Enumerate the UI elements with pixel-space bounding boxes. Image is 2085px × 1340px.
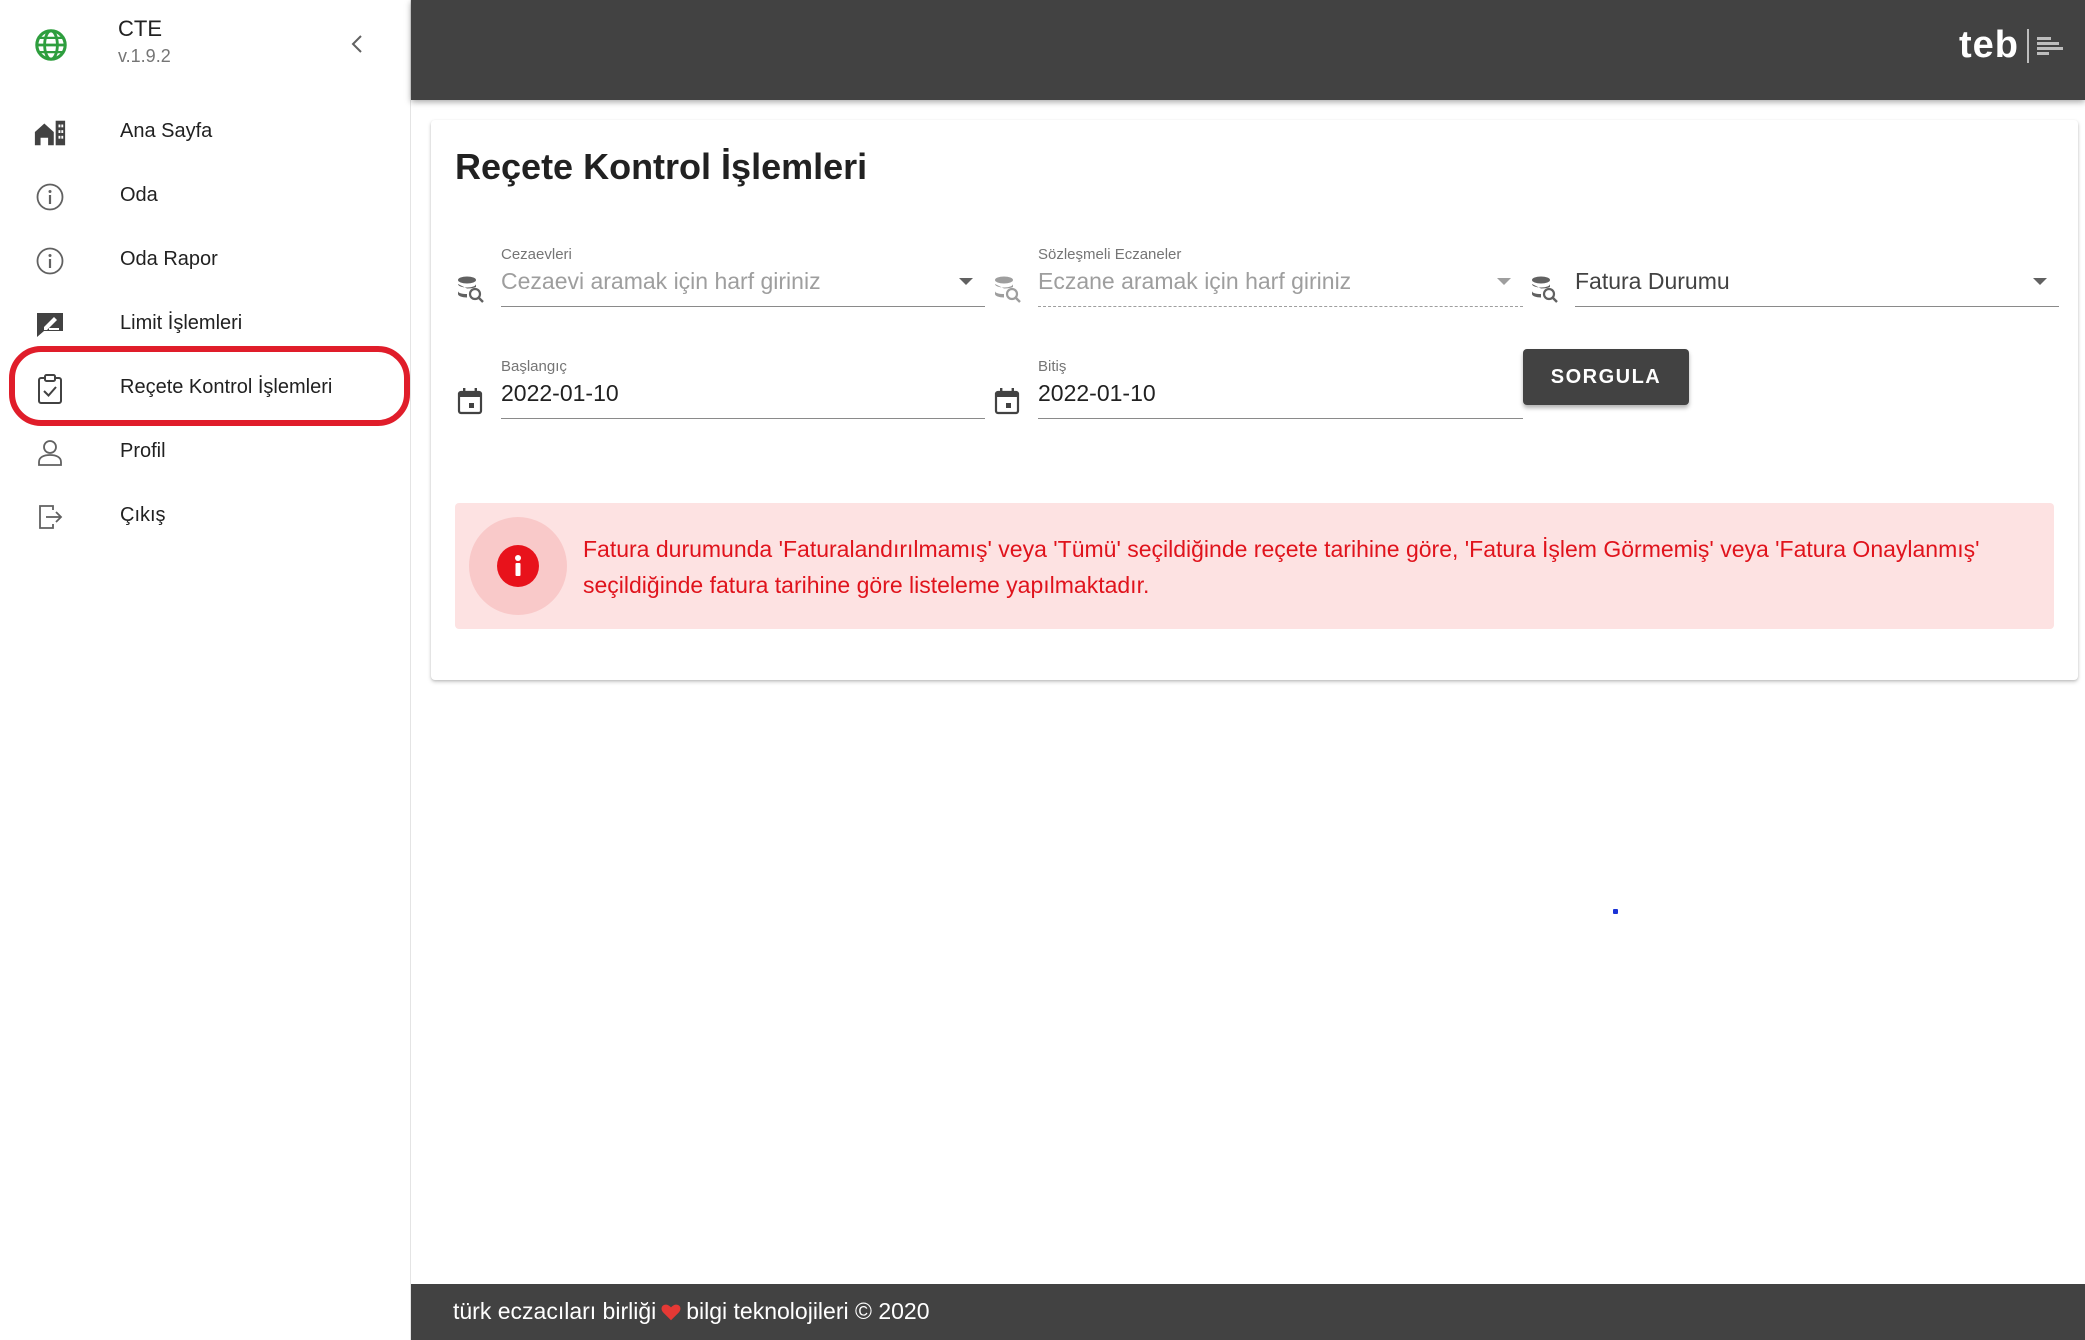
calendar-icon [994, 388, 1020, 415]
sidebar-item-oda-rapor[interactable]: Oda Rapor [0, 228, 411, 292]
sidebar-item-label: Limit İşlemleri [120, 312, 243, 334]
cezaevleri-label: Cezaevleri [501, 246, 572, 263]
cezaevleri-placeholder: Cezaevi aramak için harf giriniz [501, 268, 821, 294]
sidebar-item-label: Oda Rapor [120, 248, 218, 270]
footer: türk eczacıları birliği bilgi teknolojil… [411, 1284, 2085, 1340]
sidebar-item-label: Profil [120, 440, 166, 462]
baslangic-date-field[interactable]: Başlangıç 2022-01-10 [455, 356, 985, 426]
logout-icon [33, 500, 67, 534]
teb-logo: teb [1959, 24, 2063, 67]
database-search-icon [458, 276, 484, 303]
bitis-value: 2022-01-10 [1038, 380, 1156, 406]
sidebar-item-limit-islemleri[interactable]: Limit İşlemleri [0, 292, 411, 356]
main-card: Reçete Kontrol İşlemleri Cezaevleri Ceza… [431, 120, 2078, 680]
dropdown-caret-icon [959, 278, 973, 285]
sidebar-nav: Ana Sayfa Oda Oda Rapor Limit İşlemleri … [0, 100, 411, 548]
app-title: CTE [118, 16, 162, 41]
field-underline [501, 306, 985, 307]
sorgula-button[interactable]: SORGULA [1523, 349, 1689, 405]
top-app-bar: teb [411, 0, 2085, 100]
footer-text-after: bilgi teknolojileri © 2020 [686, 1298, 930, 1324]
bitis-date-field[interactable]: Bitiş 2022-01-10 [992, 356, 1523, 426]
sidebar-item-ana-sayfa[interactable]: Ana Sayfa [0, 100, 411, 164]
alert-icon-container [469, 517, 567, 615]
sidebar: CTE v.1.9.2 Ana Sayfa Oda Oda Rapor Limi… [0, 0, 411, 1340]
brand-header: CTE v.1.9.2 [0, 0, 411, 100]
cezaevleri-select[interactable]: Cezaevleri Cezaevi aramak için harf giri… [455, 244, 985, 314]
sidebar-item-profil[interactable]: Profil [0, 420, 411, 484]
dropdown-caret-icon [1497, 278, 1511, 285]
eczaneler-select[interactable]: Sözleşmeli Eczaneler Eczane aramak için … [992, 244, 1523, 314]
logo-divider [2027, 28, 2029, 63]
eczaneler-placeholder: Eczane aramak için harf giriniz [1038, 268, 1352, 294]
field-underline [1038, 418, 1523, 419]
footer-text: türk eczacıları birliği bilgi teknolojil… [453, 1298, 930, 1325]
alert-message: Fatura durumunda 'Faturalandırılmamış' v… [583, 536, 1980, 598]
loading-dot [1613, 909, 1618, 914]
calendar-icon [457, 388, 483, 415]
dropdown-caret-icon [2033, 278, 2047, 285]
home-city-icon [33, 116, 67, 150]
user-icon [33, 436, 67, 470]
app-version: v.1.9.2 [118, 46, 171, 66]
database-search-icon [995, 276, 1021, 303]
edit-box-icon [33, 308, 67, 342]
footer-text-before: türk eczacıları birliği [453, 1298, 657, 1324]
field-underline [1575, 306, 2059, 307]
info-alert: Fatura durumunda 'Faturalandırılmamış' v… [455, 503, 2054, 629]
baslangic-label: Başlangıç [501, 358, 567, 375]
page-title: Reçete Kontrol İşlemleri [455, 146, 868, 187]
chevron-left-icon [351, 35, 362, 53]
clipboard-check-icon [33, 372, 67, 406]
field-underline [501, 418, 985, 419]
sidebar-item-label: Oda [120, 184, 158, 206]
fatura-durumu-select[interactable]: Fatura Durumu [1529, 244, 2059, 314]
sidebar-item-label: Çıkış [120, 504, 166, 526]
sidebar-item-cikis[interactable]: Çıkış [0, 484, 411, 548]
globe-icon [35, 29, 67, 61]
eczaneler-label: Sözleşmeli Eczaneler [1038, 246, 1182, 263]
logo-subtext-mark [2037, 36, 2063, 55]
info-icon [33, 244, 67, 278]
sidebar-item-label: Ana Sayfa [120, 120, 213, 142]
database-search-icon [1532, 276, 1558, 303]
sidebar-item-recete-kontrol[interactable]: Reçete Kontrol İşlemleri [0, 356, 411, 420]
bitis-label: Bitiş [1038, 358, 1067, 375]
sidebar-item-label: Reçete Kontrol İşlemleri [120, 376, 333, 398]
field-underline [1038, 306, 1523, 307]
baslangic-value: 2022-01-10 [501, 380, 619, 406]
alert-info-icon [497, 545, 539, 587]
teb-logo-text: teb [1959, 24, 2019, 66]
sidebar-item-oda[interactable]: Oda [0, 164, 411, 228]
fatura-durumu-placeholder: Fatura Durumu [1575, 268, 1730, 294]
collapse-sidebar-button[interactable] [342, 26, 372, 62]
heart-icon [661, 1304, 681, 1320]
info-icon [33, 180, 67, 214]
